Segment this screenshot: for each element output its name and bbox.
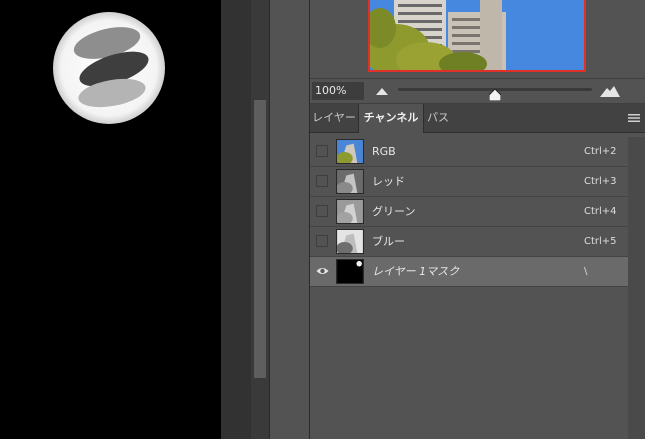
channel-row-red[interactable]: レッド Ctrl+3 [310,167,628,197]
channel-row-layer-mask[interactable]: レイヤー 1マスク \ [310,257,628,287]
channel-row-green[interactable]: グリーン Ctrl+4 [310,197,628,227]
visibility-toggle[interactable] [316,205,328,217]
tab-paths[interactable]: パス [423,104,453,132]
document-canvas[interactable] [0,0,221,439]
canvas-scrollbar-thumb[interactable] [254,100,266,378]
right-panel: 100% レイヤー チャンネル パス RGB Ctrl+2 レッド Ctrl+3… [309,0,645,439]
channel-thumbnail [336,139,364,164]
zoom-slider-handle[interactable] [489,89,501,101]
channel-shortcut: \ [584,266,588,277]
zoom-value-field[interactable]: 100% [312,82,364,100]
channel-row-rgb[interactable]: RGB Ctrl+2 [310,137,628,167]
channel-row-blue[interactable]: ブルー Ctrl+5 [310,227,628,257]
channel-shortcut: Ctrl+2 [584,146,617,157]
visibility-toggle[interactable] [316,235,328,247]
navigator-preview[interactable] [368,0,586,72]
channel-thumbnail [336,229,364,254]
channel-thumbnail [336,199,364,224]
channel-shortcut: Ctrl+5 [584,236,617,247]
eye-icon[interactable] [316,266,329,276]
panel-vertical-scrollbar[interactable] [628,137,645,439]
navigator-zoom-bar: 100% [310,78,645,104]
channel-name: ブルー [372,235,405,248]
channel-thumbnail [336,169,364,194]
channel-name: グリーン [372,205,416,218]
channel-shortcut: Ctrl+3 [584,176,617,187]
channel-name: レッド [372,175,405,188]
mountain-small-icon[interactable] [376,87,388,95]
visibility-toggle[interactable] [316,145,328,157]
channel-name: RGB [372,145,396,158]
tab-channels[interactable]: チャンネル [358,104,424,133]
mask-preview-image [53,12,165,124]
tab-layers[interactable]: レイヤー [310,104,358,132]
channel-name: レイヤー 1マスク [372,265,460,278]
panel-menu-icon[interactable] [628,113,640,123]
mask-thumbnail [336,259,364,284]
panel-gutter [221,0,251,439]
visibility-toggle[interactable] [316,175,328,187]
panel-tab-bar: レイヤー チャンネル パス [310,104,645,133]
navigator-view-frame[interactable] [368,0,586,72]
panel-divider [269,0,310,439]
channel-shortcut: Ctrl+4 [584,206,617,217]
mountain-large-icon[interactable] [600,85,620,97]
